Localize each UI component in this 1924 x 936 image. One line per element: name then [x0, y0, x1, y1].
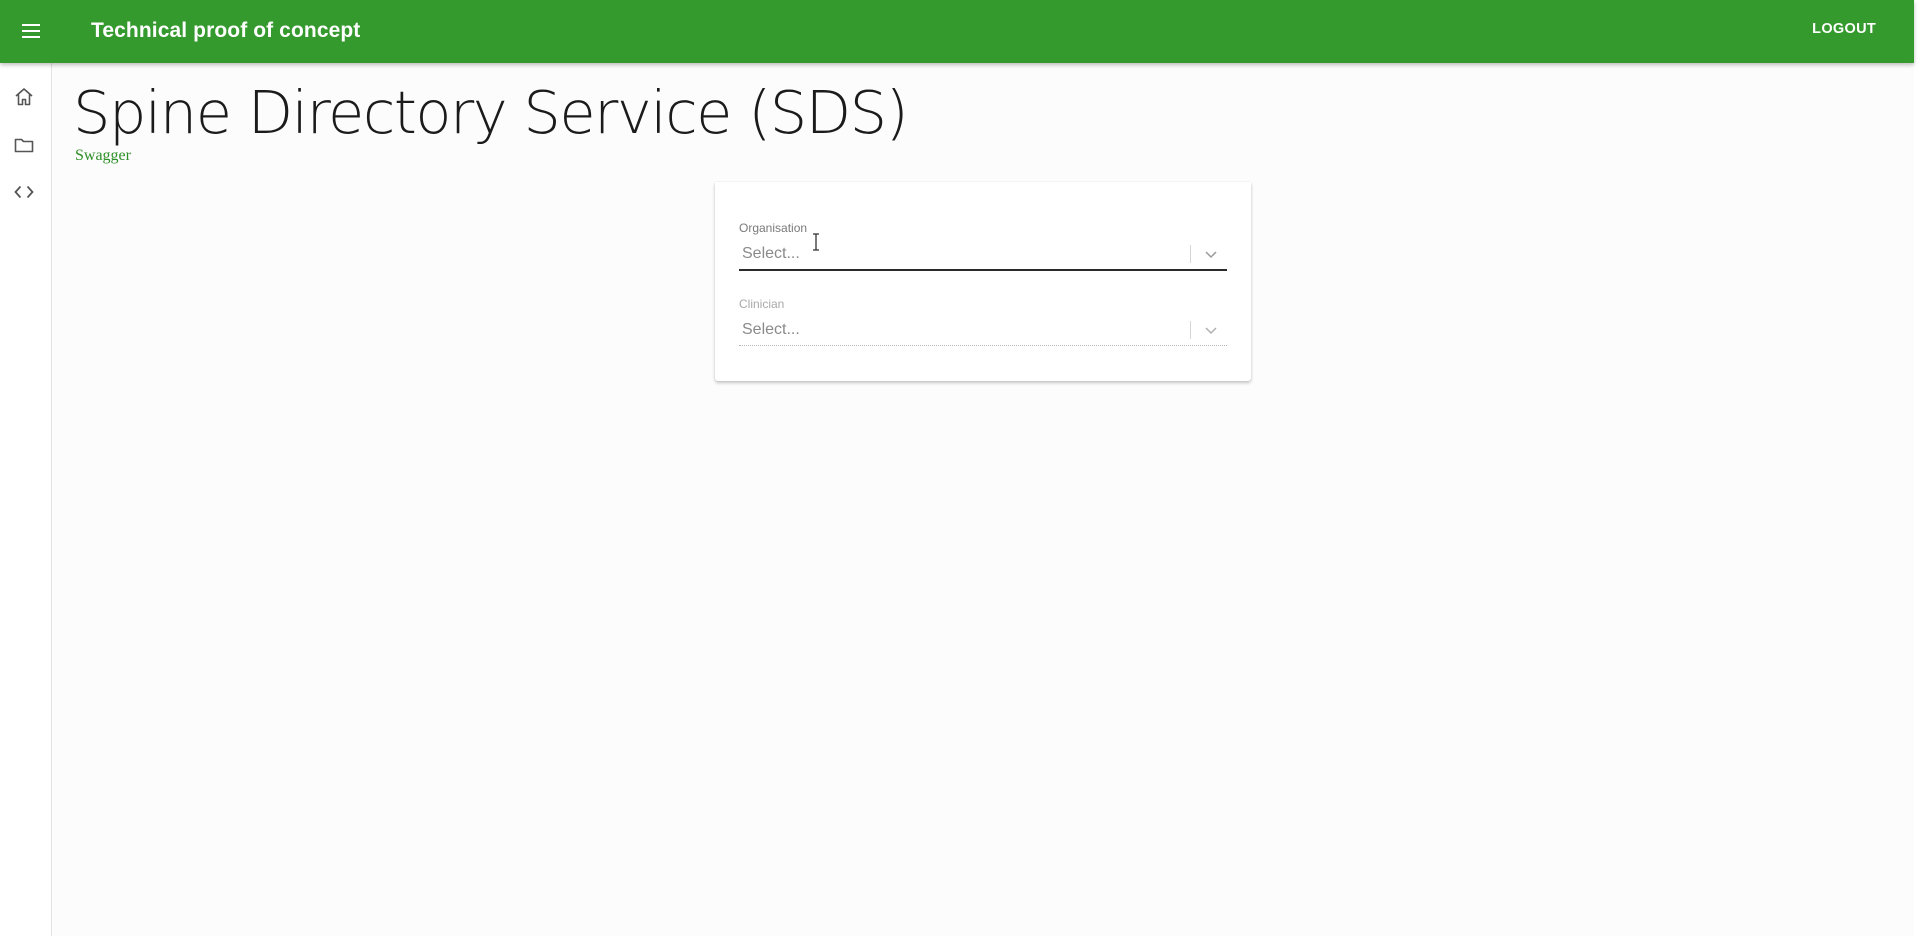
text-cursor-icon [813, 233, 819, 251]
chevron-down-icon[interactable] [1203, 322, 1219, 338]
side-navigation-rail [0, 63, 52, 936]
select-separator [1190, 321, 1191, 339]
home-icon [15, 88, 33, 106]
nav-home-button[interactable] [12, 85, 36, 109]
clinician-select[interactable]: Select... [739, 315, 1227, 346]
folder-icon [14, 138, 34, 153]
code-icon [14, 185, 34, 199]
app-title: Technical proof of concept [91, 19, 361, 42]
nav-code-button[interactable] [12, 180, 36, 204]
logout-button[interactable]: LOGOUT [1812, 21, 1876, 37]
menu-button[interactable] [18, 20, 44, 42]
swagger-link[interactable]: Swagger [75, 147, 131, 165]
chevron-down-icon[interactable] [1203, 246, 1219, 262]
page-title: Spine Directory Service (SDS) [73, 78, 909, 147]
organisation-label: Organisation [739, 221, 808, 235]
clinician-select-placeholder: Select... [742, 321, 800, 338]
menu-icon [22, 24, 40, 38]
app-bar: Technical proof of concept LOGOUT [0, 0, 1914, 63]
selection-card: Organisation Select... Clinician Select.… [715, 182, 1251, 381]
select-separator [1190, 245, 1191, 263]
clinician-label: Clinician [739, 297, 785, 311]
nav-folder-button[interactable] [12, 133, 36, 157]
scrollbar-track[interactable] [1914, 0, 1924, 936]
organisation-select-placeholder: Select... [742, 245, 800, 262]
